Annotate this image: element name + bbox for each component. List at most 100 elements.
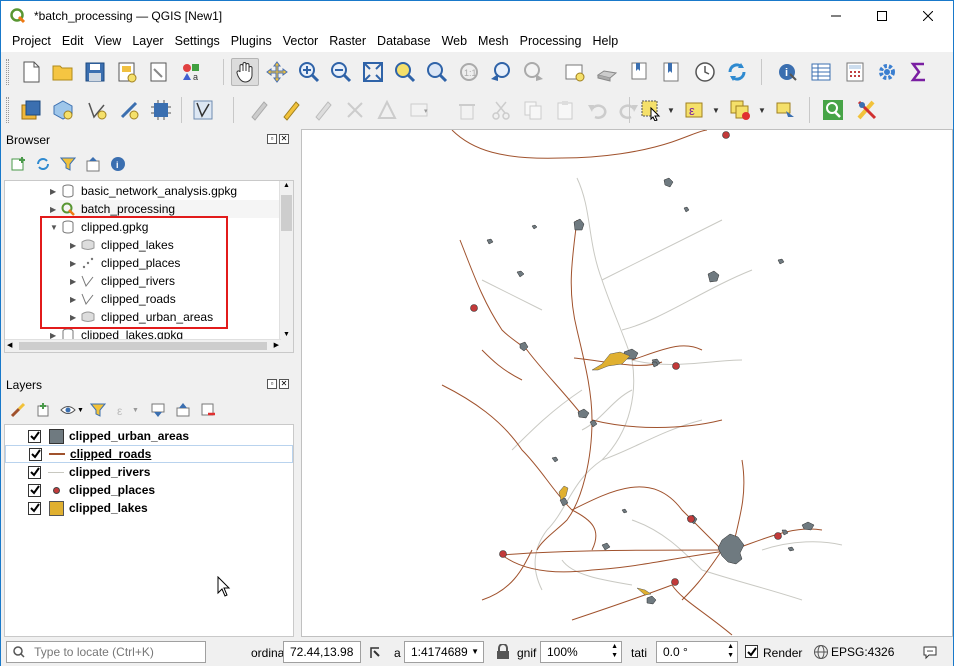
menu-database[interactable]: Database — [371, 31, 436, 52]
layer-item[interactable]: clipped_urban_areas — [5, 427, 189, 445]
zoom-to-layer-button[interactable] — [423, 58, 451, 86]
expand-all-button[interactable] — [144, 396, 172, 424]
add-feature-button[interactable] — [341, 96, 369, 124]
new-geopackage-layer-button[interactable] — [49, 96, 77, 124]
rotation-spinbox[interactable]: 0.0 ° ▲ ▼ — [656, 641, 738, 663]
current-edits-button[interactable] — [189, 96, 217, 124]
plugin-tool-button[interactable] — [853, 96, 881, 124]
new-virtual-layer-button[interactable] — [147, 96, 175, 124]
vertex-tool-button[interactable] — [373, 96, 401, 124]
layer-visibility-checkbox[interactable] — [28, 501, 41, 515]
select-by-location-button[interactable] — [771, 96, 799, 124]
new-project-button[interactable] — [17, 58, 45, 86]
browser-refresh-button[interactable] — [29, 150, 57, 178]
zoom-next-button[interactable] — [519, 58, 547, 86]
layer-item-selected[interactable]: clipped_roads — [5, 445, 293, 463]
browser-filter-button[interactable] — [54, 150, 82, 178]
spin-arrows-icon[interactable]: ▲ ▼ — [611, 642, 618, 660]
layer-visibility-checkbox[interactable] — [28, 465, 41, 479]
menu-view[interactable]: View — [88, 31, 126, 52]
refresh-button[interactable] — [723, 58, 751, 86]
menu-processing[interactable]: Processing — [514, 31, 587, 52]
undo-button[interactable] — [583, 96, 611, 124]
delete-selected-button[interactable] — [453, 96, 481, 124]
menu-mesh[interactable]: Mesh — [472, 31, 514, 52]
scale-dropdown-arrow-icon[interactable]: ▼ — [471, 647, 479, 656]
save-project-button[interactable] — [81, 58, 109, 86]
layer-item[interactable]: clipped_places — [5, 481, 155, 499]
zoom-out-button[interactable] — [327, 58, 355, 86]
scroll-up-icon[interactable]: ▲ — [283, 182, 290, 189]
layer-visibility-checkbox[interactable] — [28, 483, 41, 497]
digitize-line-button[interactable] — [83, 96, 111, 124]
edit-pencil-button[interactable] — [277, 96, 305, 124]
scroll-right-icon[interactable]: ▶ — [274, 341, 279, 349]
spin-arrows-icon[interactable]: ▲ ▼ — [727, 642, 734, 660]
paste-features-button[interactable] — [551, 96, 579, 124]
scale-combo[interactable]: 1:4174689 ▼ — [404, 641, 484, 663]
deselect-features-button[interactable] — [726, 96, 754, 124]
zoom-in-button[interactable] — [295, 58, 323, 86]
menu-vector[interactable]: Vector — [277, 31, 323, 52]
scroll-thumb[interactable] — [281, 195, 292, 231]
zoom-full-button[interactable] — [359, 58, 387, 86]
scroll-left-icon[interactable]: ◀ — [7, 341, 12, 349]
minimize-button[interactable] — [813, 1, 859, 31]
zoom-native-button[interactable]: 1:1 — [455, 58, 483, 86]
field-calculator-button[interactable] — [841, 58, 869, 86]
scroll-down-icon[interactable]: ▼ — [283, 331, 290, 338]
locator-search-button[interactable] — [819, 96, 847, 124]
layer-visibility-checkbox[interactable] — [29, 447, 42, 461]
cut-features-button[interactable] — [487, 96, 515, 124]
open-project-button[interactable] — [49, 58, 77, 86]
data-source-manager-button[interactable] — [17, 96, 45, 124]
messages-button[interactable] — [922, 644, 938, 663]
identify-features-button[interactable]: i — [773, 58, 801, 86]
select-dropdown-arrow[interactable]: ▼ — [667, 106, 675, 115]
maximize-button[interactable] — [859, 1, 905, 31]
new-3d-view-button[interactable] — [593, 58, 621, 86]
show-bookmarks-button[interactable] — [657, 58, 685, 86]
menu-plugins[interactable]: Plugins — [225, 31, 277, 52]
menu-help[interactable]: Help — [586, 31, 623, 52]
menu-settings[interactable]: Settings — [169, 31, 225, 52]
crs-button[interactable]: EPSG:4326 — [813, 644, 894, 660]
close-panel-icon[interactable]: ✕ — [279, 379, 289, 389]
statistical-summary-button[interactable] — [905, 58, 933, 86]
filter-dropdown-arrow[interactable]: ▼ — [132, 407, 139, 414]
scroll-thumb[interactable] — [19, 342, 267, 350]
layer-visibility-checkbox[interactable] — [28, 429, 41, 443]
render-checkbox[interactable] — [745, 645, 758, 658]
new-map-view-button[interactable] — [561, 58, 589, 86]
menu-layer[interactable]: Layer — [126, 31, 168, 52]
style-manager-button[interactable]: a — [177, 58, 205, 86]
add-group-button[interactable] — [29, 396, 57, 424]
expand-arrow-icon[interactable]: ▶ — [50, 205, 60, 214]
collapse-all-button[interactable] — [169, 396, 197, 424]
locator-search-input[interactable]: Type to locate (Ctrl+K) — [6, 641, 206, 663]
browser-item[interactable]: ▶ basic_network_analysis.gpkg — [50, 182, 237, 200]
deselect-dropdown-arrow[interactable]: ▼ — [758, 106, 766, 115]
layers-filter-button[interactable] — [84, 396, 112, 424]
menu-web[interactable]: Web — [436, 31, 472, 52]
select-features-button[interactable] — [637, 96, 665, 124]
pan-to-selection-button[interactable] — [263, 58, 291, 86]
new-print-layout-button[interactable] — [113, 58, 141, 86]
float-panel-icon[interactable]: ▫ — [267, 134, 277, 144]
expression-dropdown-arrow[interactable]: ▼ — [712, 106, 720, 115]
close-button[interactable] — [905, 1, 951, 31]
coordinate-field[interactable]: 72.44,13.98 — [283, 641, 361, 663]
visibility-dropdown-arrow[interactable]: ▼ — [77, 407, 84, 414]
menu-edit[interactable]: Edit — [56, 31, 89, 52]
save-edits-button[interactable] — [309, 96, 337, 124]
zoom-to-selection-button[interactable] — [391, 58, 419, 86]
open-layer-styling-button[interactable] — [4, 396, 32, 424]
lock-scale-button[interactable] — [496, 643, 510, 663]
attribute-table-button[interactable] — [807, 58, 835, 86]
toggle-editing-button[interactable] — [245, 96, 273, 124]
menu-raster[interactable]: Raster — [323, 31, 371, 52]
browser-collapse-button[interactable] — [79, 150, 107, 178]
close-panel-icon[interactable]: ✕ — [279, 134, 289, 144]
float-panel-icon[interactable]: ▫ — [267, 379, 277, 389]
layer-item[interactable]: clipped_rivers — [5, 463, 150, 481]
